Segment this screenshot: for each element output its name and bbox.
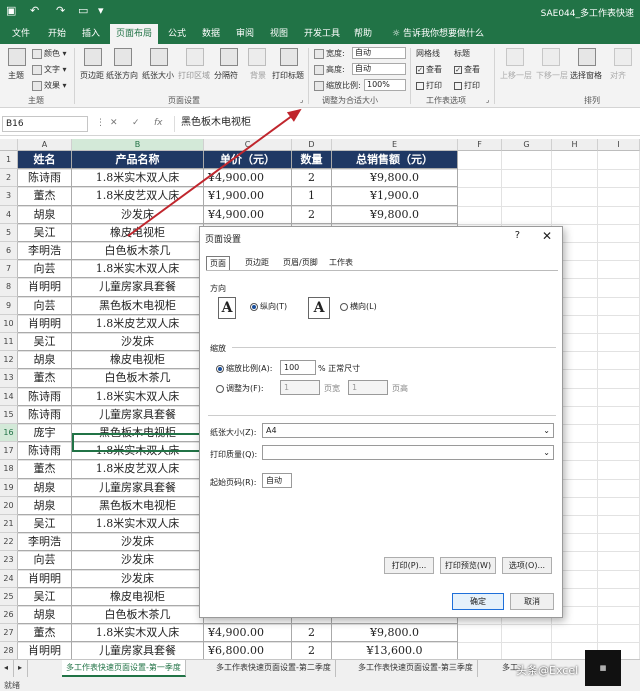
landscape-page-icon: A [308,297,330,319]
watermark-logo: ▦ [585,650,621,686]
tab-margins[interactable]: 页边距 [242,256,272,271]
portrait-radio[interactable]: 纵向(T) [250,301,287,312]
help-icon[interactable]: ? [515,230,520,241]
paper-size-label: 纸张大小(Z): [210,428,257,437]
print-quality-label: 打印质量(Q): [210,450,258,459]
chevron-down-icon: ⌄ [543,426,550,435]
section-divider [208,415,556,416]
print-button[interactable]: 打印(P)... [384,557,434,574]
adjust-to-radio[interactable]: 缩放比例(A): [216,363,272,374]
fit-to-radio[interactable]: 调整为(F): [216,383,264,394]
first-page-input[interactable]: 自动 [262,473,292,488]
scroll-left-icon[interactable]: ◂ [0,660,14,677]
fit-tall-input[interactable]: 1 [348,380,388,395]
scale-percent-input[interactable]: 100 [280,360,316,375]
portrait-page-icon: A [218,297,236,319]
radio-selected-icon [250,302,258,311]
tab-divider [206,270,558,271]
orientation-label: 方向 [210,284,226,293]
section-divider [232,347,556,348]
scale-percent-suffix: % 正常尺寸 [318,364,361,373]
sheet-tab-q1[interactable]: 多工作表快速页面设置-第一季度 [62,660,186,677]
page-setup-dialog: 页面设置 ? ✕ 页面 页边距 页眉/页脚 工作表 方向 A 纵向(T) A 横… [199,226,563,618]
dialog-title: 页面设置 [205,235,242,245]
cancel-button[interactable]: 取消 [510,593,554,610]
tab-page[interactable]: 页面 [206,256,230,271]
ok-button[interactable]: 确定 [452,593,504,610]
radio-unselected-icon [216,384,224,393]
status-text: 就绪 [4,681,20,690]
radio-unselected-icon [340,302,348,311]
scroll-right-icon[interactable]: ▸ [14,660,28,677]
tab-sheet[interactable]: 工作表 [326,256,356,271]
landscape-radio[interactable]: 横向(L) [340,301,377,312]
sheet-tab-q2[interactable]: 多工作表快速页面设置-第二季度 [212,660,336,677]
print-quality-dropdown[interactable]: ⌄ [262,445,554,460]
paper-size-dropdown[interactable]: A4 ⌄ [262,423,554,438]
fit-wide-label: 页宽 [324,384,340,393]
fit-tall-label: 页高 [392,384,408,393]
scaling-label: 缩放 [210,344,226,353]
sheet-tab-q3[interactable]: 多工作表快速页面设置-第三季度 [354,660,478,677]
options-button[interactable]: 选项(O)... [502,557,552,574]
arrow-to-launcher [127,108,302,237]
close-icon[interactable]: ✕ [542,229,552,243]
radio-selected-icon [216,364,224,373]
fit-wide-input[interactable]: 1 [280,380,320,395]
tab-header-footer[interactable]: 页眉/页脚 [280,256,321,271]
first-page-label: 起始页码(R): [210,478,257,487]
watermark-text: 头条@Excel [516,664,579,677]
chevron-down-icon: ⌄ [543,448,550,457]
print-preview-button[interactable]: 打印预览(W) [440,557,496,574]
